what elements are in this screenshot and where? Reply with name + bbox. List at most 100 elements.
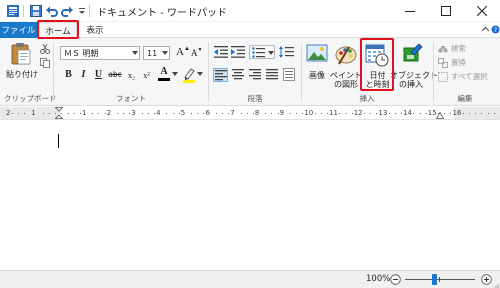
align-left-button[interactable] [213,68,228,82]
paint-label-line1: ペイント [330,71,362,80]
color-swatch [158,78,170,81]
zoom-out-icon [390,274,401,285]
strikethrough-button[interactable]: abc [107,68,123,81]
chevron-down-icon[interactable] [160,47,169,59]
align-right-icon[interactable] [249,69,261,80]
shrink-arrow-icon: ▼ [197,48,203,53]
align-center-icon[interactable] [232,69,244,80]
title-divider [89,5,90,17]
ruler-tick [277,113,279,114]
zoom-out-button[interactable] [390,274,401,285]
group-divider [208,42,209,102]
binoculars-icon [438,45,448,53]
save-icon[interactable] [29,4,43,18]
ruler-number: 2 [6,109,11,117]
text-color-label: A [160,66,168,77]
zoom-level: 100% [366,274,391,284]
ruler-tick [351,113,353,114]
tab-file[interactable]: ファイル [0,22,37,38]
increase-indent-icon[interactable] [231,46,245,58]
paragraph-settings-icon[interactable] [283,68,295,81]
chevron-down-icon[interactable] [172,72,178,76]
title-bar: ドキュメント - ワードパッド [0,0,500,22]
ruler-tick [450,113,452,114]
zoom-in-button[interactable] [481,274,492,285]
superscript-button[interactable]: x² [140,68,153,81]
ruler-tick [271,113,273,114]
ruler-tick [469,113,470,114]
grow-font-button[interactable]: A▲ [176,46,190,58]
find-button[interactable]: 検索 [438,43,466,54]
underline-button[interactable]: U [92,68,105,81]
decrease-indent-icon[interactable] [214,46,228,58]
justify-icon[interactable] [266,69,278,80]
ruler-tick [18,113,20,114]
find-label: 検索 [451,44,466,53]
paint-palette-icon [335,46,357,65]
shrink-font-button[interactable]: A▼ [191,48,202,58]
redo-icon[interactable] [60,4,74,18]
ruler-number: 12 [353,109,363,117]
ruler-number: 11 [329,109,338,117]
highlighter-icon[interactable] [182,67,196,83]
ruler-number: 9 [279,109,285,117]
font-family-select[interactable]: ＭＳ 明朝 [60,46,140,60]
subscript-button[interactable]: x₂ [125,68,138,81]
font-size-select[interactable]: 11 [143,46,170,60]
replace-icon [438,57,448,68]
ruler-number: 4 [156,109,161,117]
close-button[interactable] [464,0,500,22]
ruler-number: 1 [31,109,36,117]
right-indent-marker[interactable] [436,112,444,119]
ruler[interactable]: 2 1 1 2 3 4 5 6 7 8 9 10 11 12 13 14 15 16 [0,107,500,120]
replace-button[interactable]: 置換 [438,57,466,68]
bold-button[interactable]: B [62,68,75,81]
ruler-tick [42,113,44,114]
group-edit-label: 編集 [457,94,473,103]
cut-icon[interactable] [40,44,50,54]
ruler-tick [191,113,193,114]
zoom-slider-thumb[interactable] [432,274,437,285]
list-button[interactable] [249,45,275,59]
zoom-slider-track[interactable] [405,279,475,280]
italic-button[interactable]: I [77,68,90,81]
customize-qat-icon[interactable] [75,4,89,18]
replace-label: 置換 [451,58,466,67]
line-spacing-icon[interactable] [279,46,294,58]
ruler-tick [172,113,174,114]
chevron-down-icon[interactable] [197,72,203,76]
tab-view[interactable]: 表示 [81,22,109,38]
insert-object-label-line2: の挿入 [399,80,423,89]
minimize-button[interactable] [392,0,428,22]
wordpad-app-icon[interactable] [6,4,20,18]
ruler-tick [314,113,316,114]
ruler-tick [166,113,168,114]
document-area[interactable] [0,121,500,270]
undo-icon[interactable] [45,4,59,18]
ruler-tick [141,113,143,114]
paste-button[interactable]: 貼り付け [6,40,38,84]
group-font-label: フォント [116,94,146,103]
help-icon[interactable]: ? [491,24,500,35]
copy-icon[interactable] [40,58,50,68]
ruler-tick [215,113,217,114]
ruler-tick [252,113,254,114]
select-all-button[interactable]: すべて選択 [438,71,488,82]
ruler-number: 8 [254,109,260,117]
text-color-button[interactable]: A [157,66,171,82]
picture-button[interactable]: 画像 [305,41,329,89]
maximize-button[interactable] [428,0,464,22]
resize-grip-icon[interactable] [493,282,499,288]
first-line-indent-marker[interactable] [55,107,63,119]
chevron-down-icon[interactable] [130,47,139,59]
paint-drawing-button[interactable]: ペイント の図形 [330,41,362,89]
align-left-icon [215,70,227,81]
ruler-tick [197,113,199,114]
ruler-number: 10 [304,109,314,117]
qat-divider [23,5,24,17]
ruler-tick [413,113,415,114]
ruler-tick [487,113,489,114]
ruler-tick [326,113,328,114]
ribbon-collapse-icon[interactable] [481,25,490,34]
insert-object-button[interactable]: オブジェクト の挿入 [390,41,438,89]
